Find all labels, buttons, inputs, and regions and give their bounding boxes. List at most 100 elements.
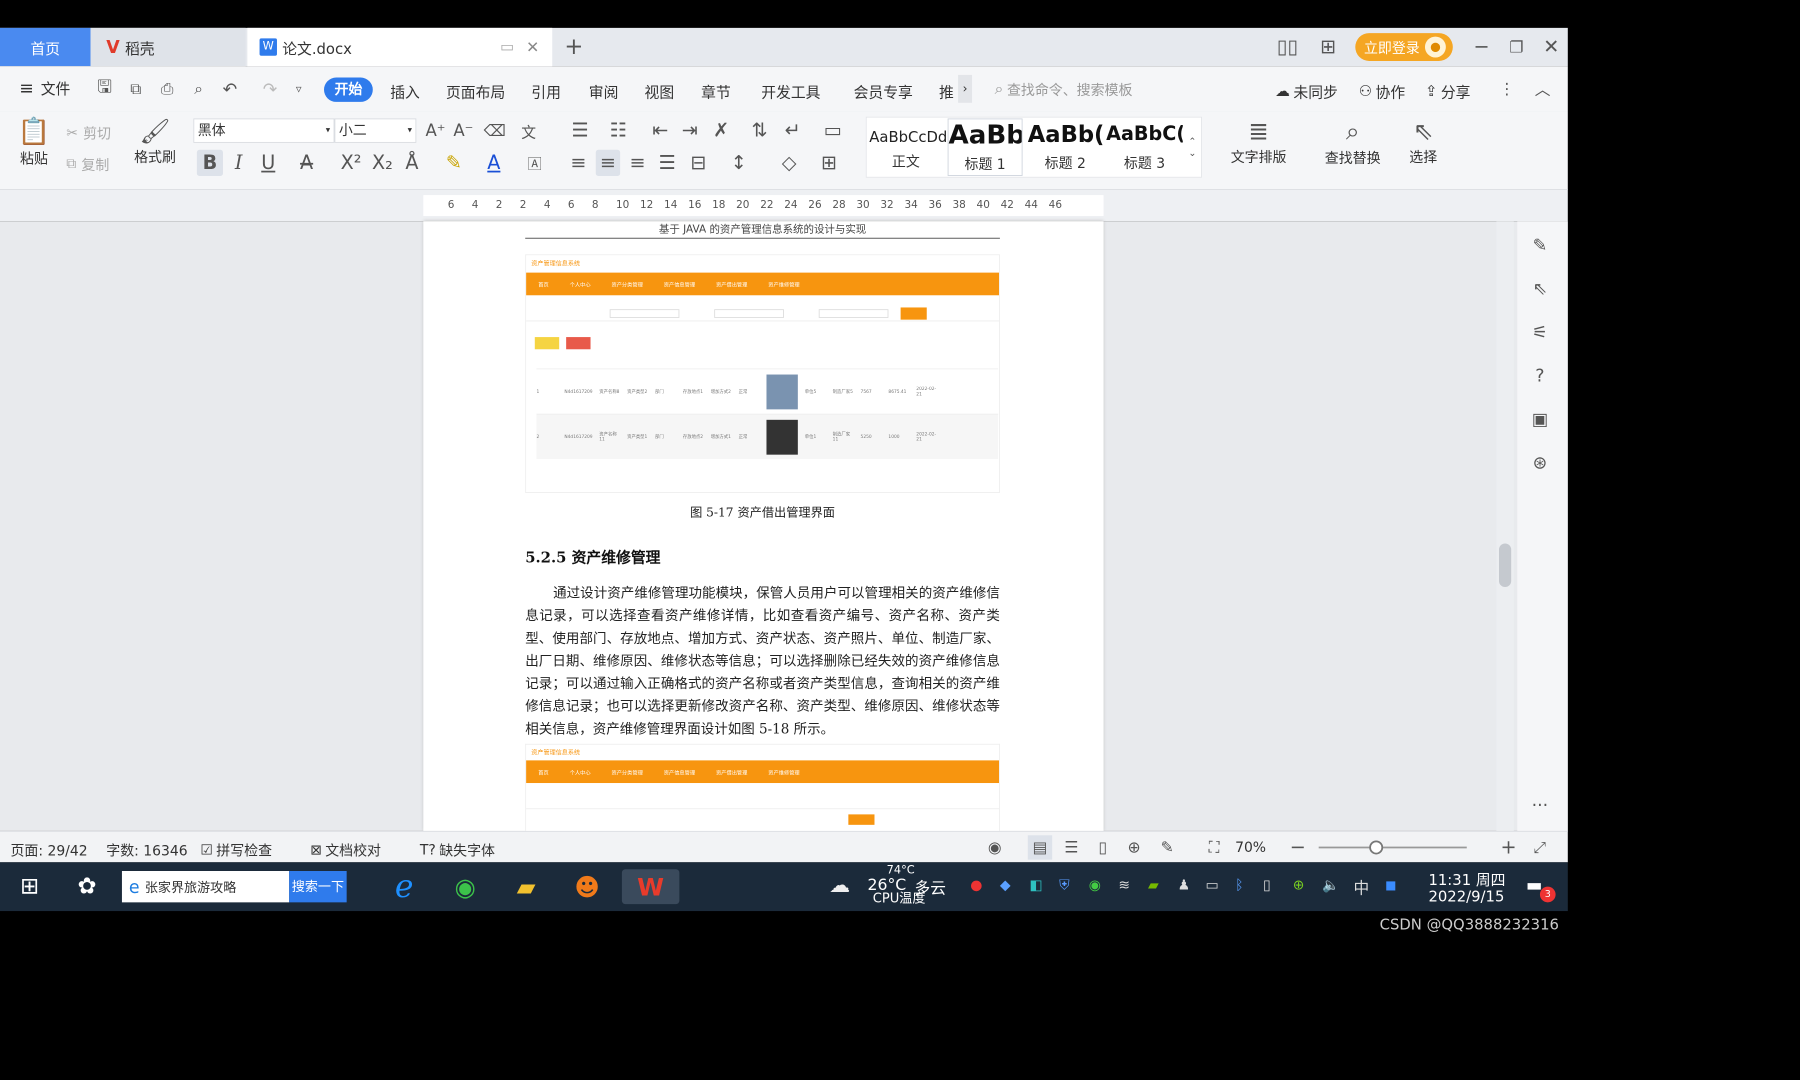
decrease-indent-icon[interactable]: ⇤ (648, 118, 672, 142)
web-view-icon[interactable]: ⊕ (1122, 835, 1146, 859)
align-right-icon[interactable]: ≡ (625, 150, 649, 176)
align-center-icon[interactable]: ≡ (595, 149, 621, 176)
select-button[interactable]: ⇖ 选择 (1397, 117, 1449, 167)
subscript-icon[interactable]: X₂ (369, 150, 395, 176)
menu-tab-member[interactable]: 会员专享 (854, 80, 913, 101)
fullscreen-icon[interactable]: ⤢ (1528, 835, 1552, 859)
clock-date[interactable]: 2022/9/15 (1428, 888, 1504, 905)
input-tool-icon[interactable]: ◼ (1385, 876, 1397, 893)
outline-view-icon[interactable]: ☰ (1059, 835, 1083, 859)
close-tab-icon[interactable]: ✕ (526, 38, 539, 56)
underline-icon[interactable]: U (258, 150, 279, 176)
print-preview-icon[interactable]: ⌕ (186, 77, 210, 101)
quick-access-dropdown-icon[interactable]: ▿ (289, 77, 308, 101)
increase-indent-icon[interactable]: ⇥ (678, 118, 702, 142)
grid-apps-icon[interactable]: ⊞ (1315, 35, 1341, 59)
menu-tab-layout[interactable]: 页面布局 (446, 80, 505, 101)
paste-button[interactable]: 📋 粘贴 (12, 117, 56, 183)
help-icon[interactable]: ? (1527, 362, 1553, 388)
strikethrough-icon[interactable]: A (296, 150, 317, 176)
file-menu[interactable]: ≡ 文件 (19, 77, 70, 98)
spell-check-button[interactable]: ☑ 拼写检查 (200, 839, 272, 860)
proofread-button[interactable]: ⊠ 文档校对 (310, 839, 381, 860)
justify-icon[interactable]: ☰ (655, 150, 679, 176)
borders-icon[interactable]: ⊞ (817, 150, 841, 176)
layout-icon[interactable]: ▯▯ (1272, 35, 1303, 59)
font-size-select[interactable]: 小二 ▾ (334, 118, 417, 143)
font-family-select[interactable]: 黑体 ▾ (193, 118, 335, 143)
taskbar-search-box[interactable]: e 张家界旅游攻略 (121, 871, 290, 903)
bullet-list-icon[interactable]: ☰ (568, 118, 592, 142)
highlight-icon[interactable]: ✎ (441, 150, 467, 176)
shield-icon[interactable]: ⛨ (1059, 876, 1069, 893)
page-indicator[interactable]: 页面: 29/42 (10, 839, 87, 860)
align-left-icon[interactable]: ≡ (566, 150, 590, 176)
text-effect-icon[interactable]: Å (401, 150, 424, 176)
taskbar-search-button[interactable]: 搜索一下 (289, 871, 347, 903)
line-spacing-icon[interactable]: ↕ (726, 150, 750, 176)
zoom-slider-thumb[interactable] (1369, 840, 1384, 855)
style-heading3[interactable]: AaBbC( 标题 3 (1106, 118, 1183, 175)
find-replace-button[interactable]: ⌕ 查找替换 (1313, 117, 1391, 168)
horizontal-ruler[interactable]: 6 4 2 2 4 6 8 10 12 14 16 18 20 22 24 26 28 30 32 34 36 38 40 4… (0, 189, 1568, 222)
tab-ruler-icon[interactable]: ▭ (820, 118, 844, 142)
compass-icon[interactable]: ⊛ (1527, 449, 1553, 475)
export-icon[interactable]: ⧉ (124, 77, 148, 101)
menu-tab-chapter[interactable]: 章节 (701, 80, 731, 101)
shading-icon[interactable]: ◇ (777, 150, 801, 176)
start-windows-icon[interactable]: ⊞ (12, 871, 47, 902)
char-border-icon[interactable]: 🄰 (523, 150, 547, 176)
menu-tab-insert[interactable]: 插入 (390, 80, 420, 101)
vertical-scrollbar[interactable] (1496, 221, 1514, 831)
scroll-thumb[interactable] (1498, 543, 1512, 588)
game-app-icon[interactable]: ☻ (568, 869, 606, 904)
print-icon[interactable]: ⎙ (155, 77, 179, 101)
text-layout-button[interactable]: ≣ 文字排版 (1219, 117, 1297, 167)
style-normal[interactable]: AaBbCcDd 正文 (869, 118, 947, 175)
sogou-icon[interactable]: ✿ (70, 871, 105, 902)
fit-page-icon[interactable]: ⛶ (1202, 835, 1226, 859)
image-edit-icon[interactable]: ▣ (1527, 406, 1553, 432)
save-icon[interactable]: 🖫 (92, 76, 116, 101)
menu-tab-review[interactable]: 审阅 (589, 80, 619, 101)
tab-docer[interactable]: V 稻壳 (90, 27, 246, 67)
bold-icon[interactable]: B (196, 149, 223, 176)
tab-home[interactable]: 首页 (0, 27, 91, 67)
undo-icon[interactable]: ↶ (218, 77, 242, 101)
zoom-out-icon[interactable]: − (1287, 835, 1308, 859)
pointer-icon[interactable]: ⇖ (1527, 275, 1553, 301)
tab-document[interactable]: W 论文.docx ▭ ✕ (247, 27, 553, 67)
chinese-layout-icon[interactable]: ✗ (709, 118, 733, 142)
shrink-font-icon[interactable]: A⁻ (451, 118, 475, 142)
word-count[interactable]: 字数: 16346 (106, 839, 187, 860)
adjust-icon[interactable]: ⚟ (1527, 319, 1553, 345)
zoom-in-icon[interactable]: + (1498, 835, 1519, 859)
cut-button[interactable]: ✂ 剪切 (66, 122, 111, 143)
sync-button[interactable]: ☁ 未同步 (1275, 80, 1338, 102)
pen-icon[interactable]: ✎ (1527, 232, 1553, 258)
copy-button[interactable]: ⧉ 复制 (66, 153, 109, 174)
page-view-icon[interactable]: ▤ (1027, 835, 1053, 860)
zoom-level[interactable]: 70% (1235, 839, 1266, 856)
document-page[interactable]: 基于 JAVA 的资产管理信息系统的设计与实现 资产管理信息系统 首页 个人中心资… (423, 221, 1104, 831)
redo-icon[interactable]: ↷ (258, 77, 282, 101)
style-heading1[interactable]: AaBb 标题 1 (947, 118, 1023, 176)
menu-tab-start[interactable]: 开始 (324, 77, 373, 102)
more-vertical-icon[interactable]: ⋮ (1498, 77, 1515, 101)
menu-tab-references[interactable]: 引用 (531, 80, 561, 101)
show-marks-icon[interactable]: ↵ (780, 118, 804, 142)
close-window-icon[interactable]: ✕ (1538, 35, 1564, 59)
wps-app-icon[interactable]: W (621, 869, 680, 905)
tray-icon-plus[interactable]: ⊕ (1293, 876, 1305, 893)
wifi-icon[interactable]: ≋ (1118, 876, 1130, 893)
font-color-icon[interactable]: A (481, 150, 507, 176)
nvidia-icon[interactable]: ▰ (1148, 876, 1159, 893)
ime-indicator[interactable]: 中 (1354, 876, 1370, 899)
minimize-icon[interactable]: − (1469, 35, 1495, 59)
menu-tab-view[interactable]: 视图 (645, 80, 675, 101)
window-icon[interactable]: ▭ (500, 38, 514, 55)
tray-icon-5[interactable]: ◉ (1089, 876, 1101, 893)
superscript-icon[interactable]: X² (338, 150, 364, 176)
tray-icon-1[interactable]: ● (970, 876, 982, 893)
green-browser-icon[interactable]: ◉ (446, 869, 484, 904)
